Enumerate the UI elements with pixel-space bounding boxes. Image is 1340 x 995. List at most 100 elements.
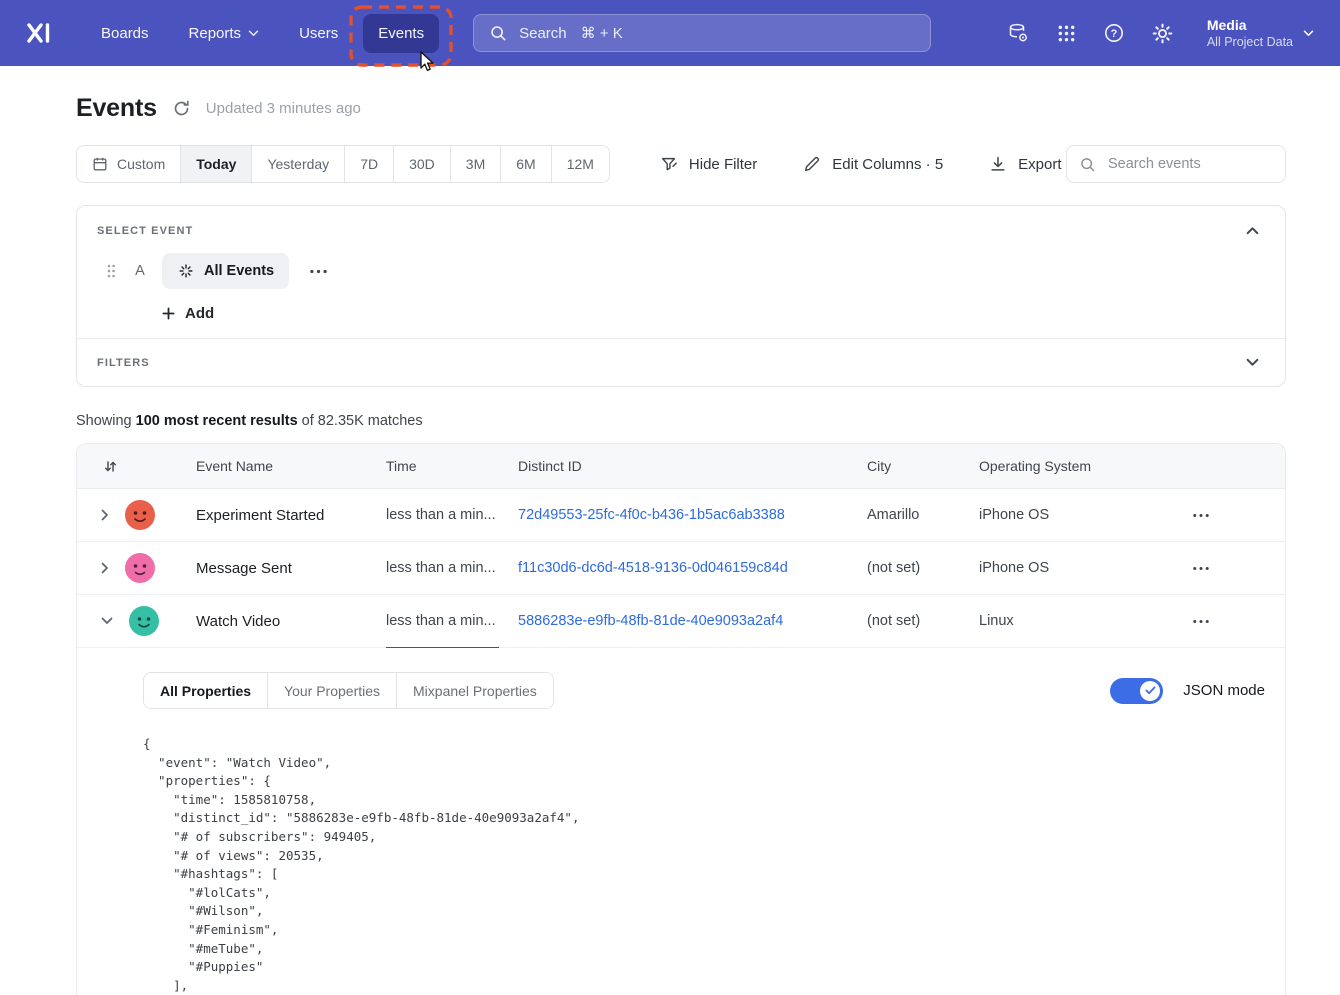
top-navbar: Boards Reports Users Events Searc xyxy=(0,0,1340,66)
collapse-chevron-up-icon[interactable] xyxy=(1242,222,1263,239)
event-os: iPhone OS xyxy=(979,560,1187,576)
event-name: Message Sent xyxy=(196,560,386,577)
event-os: Linux xyxy=(979,613,1187,629)
refresh-icon[interactable] xyxy=(172,99,191,118)
download-icon xyxy=(989,155,1007,173)
table-row[interactable]: Message Sent less than a min... f11c30d6… xyxy=(77,542,1285,595)
mixpanel-logo-icon[interactable] xyxy=(24,19,52,47)
help-icon[interactable]: ? xyxy=(1104,23,1124,43)
col-header-event-name[interactable]: Event Name xyxy=(196,458,386,474)
page-title: Events xyxy=(76,94,157,123)
edit-columns-label: Edit Columns · 5 xyxy=(832,156,943,173)
events-search-box xyxy=(1066,145,1286,183)
search-icon xyxy=(489,24,507,42)
apps-grid-icon[interactable] xyxy=(1057,24,1076,43)
hide-filter-button[interactable]: Hide Filter xyxy=(660,155,757,173)
range-custom-label: Custom xyxy=(117,156,165,172)
select-event-label: SELECT EVENT xyxy=(97,225,193,237)
project-name: Media xyxy=(1207,17,1293,34)
range-yesterday-label: Yesterday xyxy=(267,156,329,172)
event-json-content: { "event": "Watch Video", "properties": … xyxy=(143,735,1265,995)
global-search-input[interactable]: Search ⌘ + K xyxy=(473,14,931,52)
filters-section-toggle[interactable]: FILTERS xyxy=(77,339,1285,386)
tab-mixpanel-properties[interactable]: Mixpanel Properties xyxy=(397,673,553,708)
event-avatar xyxy=(125,553,155,583)
range-12m-label: 12M xyxy=(567,156,594,172)
nav-item-events[interactable]: Events xyxy=(363,14,439,53)
col-header-city[interactable]: City xyxy=(867,458,979,474)
table-row[interactable]: Watch Video less than a min... 5886283e-… xyxy=(77,595,1285,648)
date-range-group: Custom Today Yesterday 7D 30D 3M 6M 12M xyxy=(76,145,610,183)
tab-mixpanel-properties-label: Mixpanel Properties xyxy=(413,683,537,699)
search-shortcut: ⌘ + K xyxy=(581,24,623,42)
nav-item-users[interactable]: Users xyxy=(284,14,353,53)
add-event-button[interactable]: Add xyxy=(161,305,214,322)
json-mode-toggle[interactable] xyxy=(1110,678,1163,704)
nav-reports-label: Reports xyxy=(189,25,242,42)
col-header-distinct-id[interactable]: Distinct ID xyxy=(518,458,867,474)
distinct-id-link[interactable]: 72d49553-25fc-4f0c-b436-1b5ac6ab3388 xyxy=(518,507,785,523)
nav-events-label: Events xyxy=(378,25,424,42)
filter-funnel-icon xyxy=(660,155,678,173)
project-subtitle: All Project Data xyxy=(1207,34,1293,50)
table-row[interactable]: Experiment Started less than a min... 72… xyxy=(77,489,1285,542)
range-3m-label: 3M xyxy=(466,156,485,172)
collapse-chevron-down-icon[interactable] xyxy=(99,615,115,627)
toolbar: Custom Today Yesterday 7D 30D 3M 6M 12M xyxy=(76,145,1286,183)
table-header-row: Event Name Time Distinct ID City Operati… xyxy=(77,444,1285,489)
chevron-down-icon xyxy=(1303,30,1314,37)
mouse-cursor-icon xyxy=(415,50,437,74)
event-selector-chip[interactable]: All Events xyxy=(162,253,289,289)
search-icon xyxy=(1079,156,1096,173)
col-header-os[interactable]: Operating System xyxy=(979,458,1187,474)
range-6m-label: 6M xyxy=(516,156,535,172)
range-today-button[interactable]: Today xyxy=(181,146,252,182)
settings-gear-icon[interactable] xyxy=(1152,23,1173,44)
event-city: Amarillo xyxy=(867,507,979,523)
row-more-icon[interactable] xyxy=(1187,560,1215,577)
row-more-icon[interactable] xyxy=(1187,613,1215,630)
expand-chevron-right-icon[interactable] xyxy=(99,560,111,576)
range-7d-label: 7D xyxy=(360,156,378,172)
range-yesterday-button[interactable]: Yesterday xyxy=(252,146,345,182)
event-more-icon[interactable] xyxy=(304,263,333,280)
tab-all-properties-label: All Properties xyxy=(160,683,251,699)
event-name: Watch Video xyxy=(196,613,386,630)
drag-handle-icon[interactable] xyxy=(104,261,118,281)
last-updated-text: Updated 3 minutes ago xyxy=(206,100,361,117)
nav-item-reports[interactable]: Reports xyxy=(174,14,275,53)
range-7d-button[interactable]: 7D xyxy=(345,146,394,182)
range-today-label: Today xyxy=(196,156,236,172)
range-12m-button[interactable]: 12M xyxy=(552,146,609,182)
event-avatar xyxy=(125,500,155,530)
expand-chevron-right-icon[interactable] xyxy=(99,507,111,523)
distinct-id-link[interactable]: f11c30d6-dc6d-4518-9136-0d046159c84d xyxy=(518,560,788,576)
edit-columns-button[interactable]: Edit Columns · 5 xyxy=(803,155,943,173)
tab-your-properties-label: Your Properties xyxy=(284,683,380,699)
range-3m-button[interactable]: 3M xyxy=(451,146,501,182)
data-management-icon[interactable] xyxy=(1007,22,1029,44)
event-city: (not set) xyxy=(867,560,979,576)
range-6m-button[interactable]: 6M xyxy=(501,146,551,182)
range-30d-button[interactable]: 30D xyxy=(394,146,451,182)
tab-your-properties[interactable]: Your Properties xyxy=(268,673,397,708)
query-builder-card: SELECT EVENT A xyxy=(76,205,1286,387)
row-more-icon[interactable] xyxy=(1187,507,1215,524)
event-name: Experiment Started xyxy=(196,507,386,524)
project-switcher[interactable]: Media All Project Data xyxy=(1207,17,1314,50)
summary-suffix: of 82.35K matches xyxy=(298,413,423,429)
event-avatar xyxy=(129,606,159,636)
distinct-id-link[interactable]: 5886283e-e9fb-48fb-81de-40e9093a2af4 xyxy=(518,613,783,629)
events-search-input[interactable] xyxy=(1106,155,1273,173)
col-header-time[interactable]: Time xyxy=(386,458,518,474)
event-detail-panel: All Properties Your Properties Mixpanel … xyxy=(77,648,1285,995)
nav-item-boards[interactable]: Boards xyxy=(86,14,164,53)
event-time: less than a min... xyxy=(386,613,496,629)
toggle-knob xyxy=(1140,681,1160,701)
tab-all-properties[interactable]: All Properties xyxy=(144,673,268,708)
export-button[interactable]: Export xyxy=(989,155,1061,173)
sort-order-icon[interactable] xyxy=(77,459,196,474)
range-custom-button[interactable]: Custom xyxy=(77,146,181,182)
plus-icon xyxy=(161,306,176,321)
event-city: (not set) xyxy=(867,613,979,629)
